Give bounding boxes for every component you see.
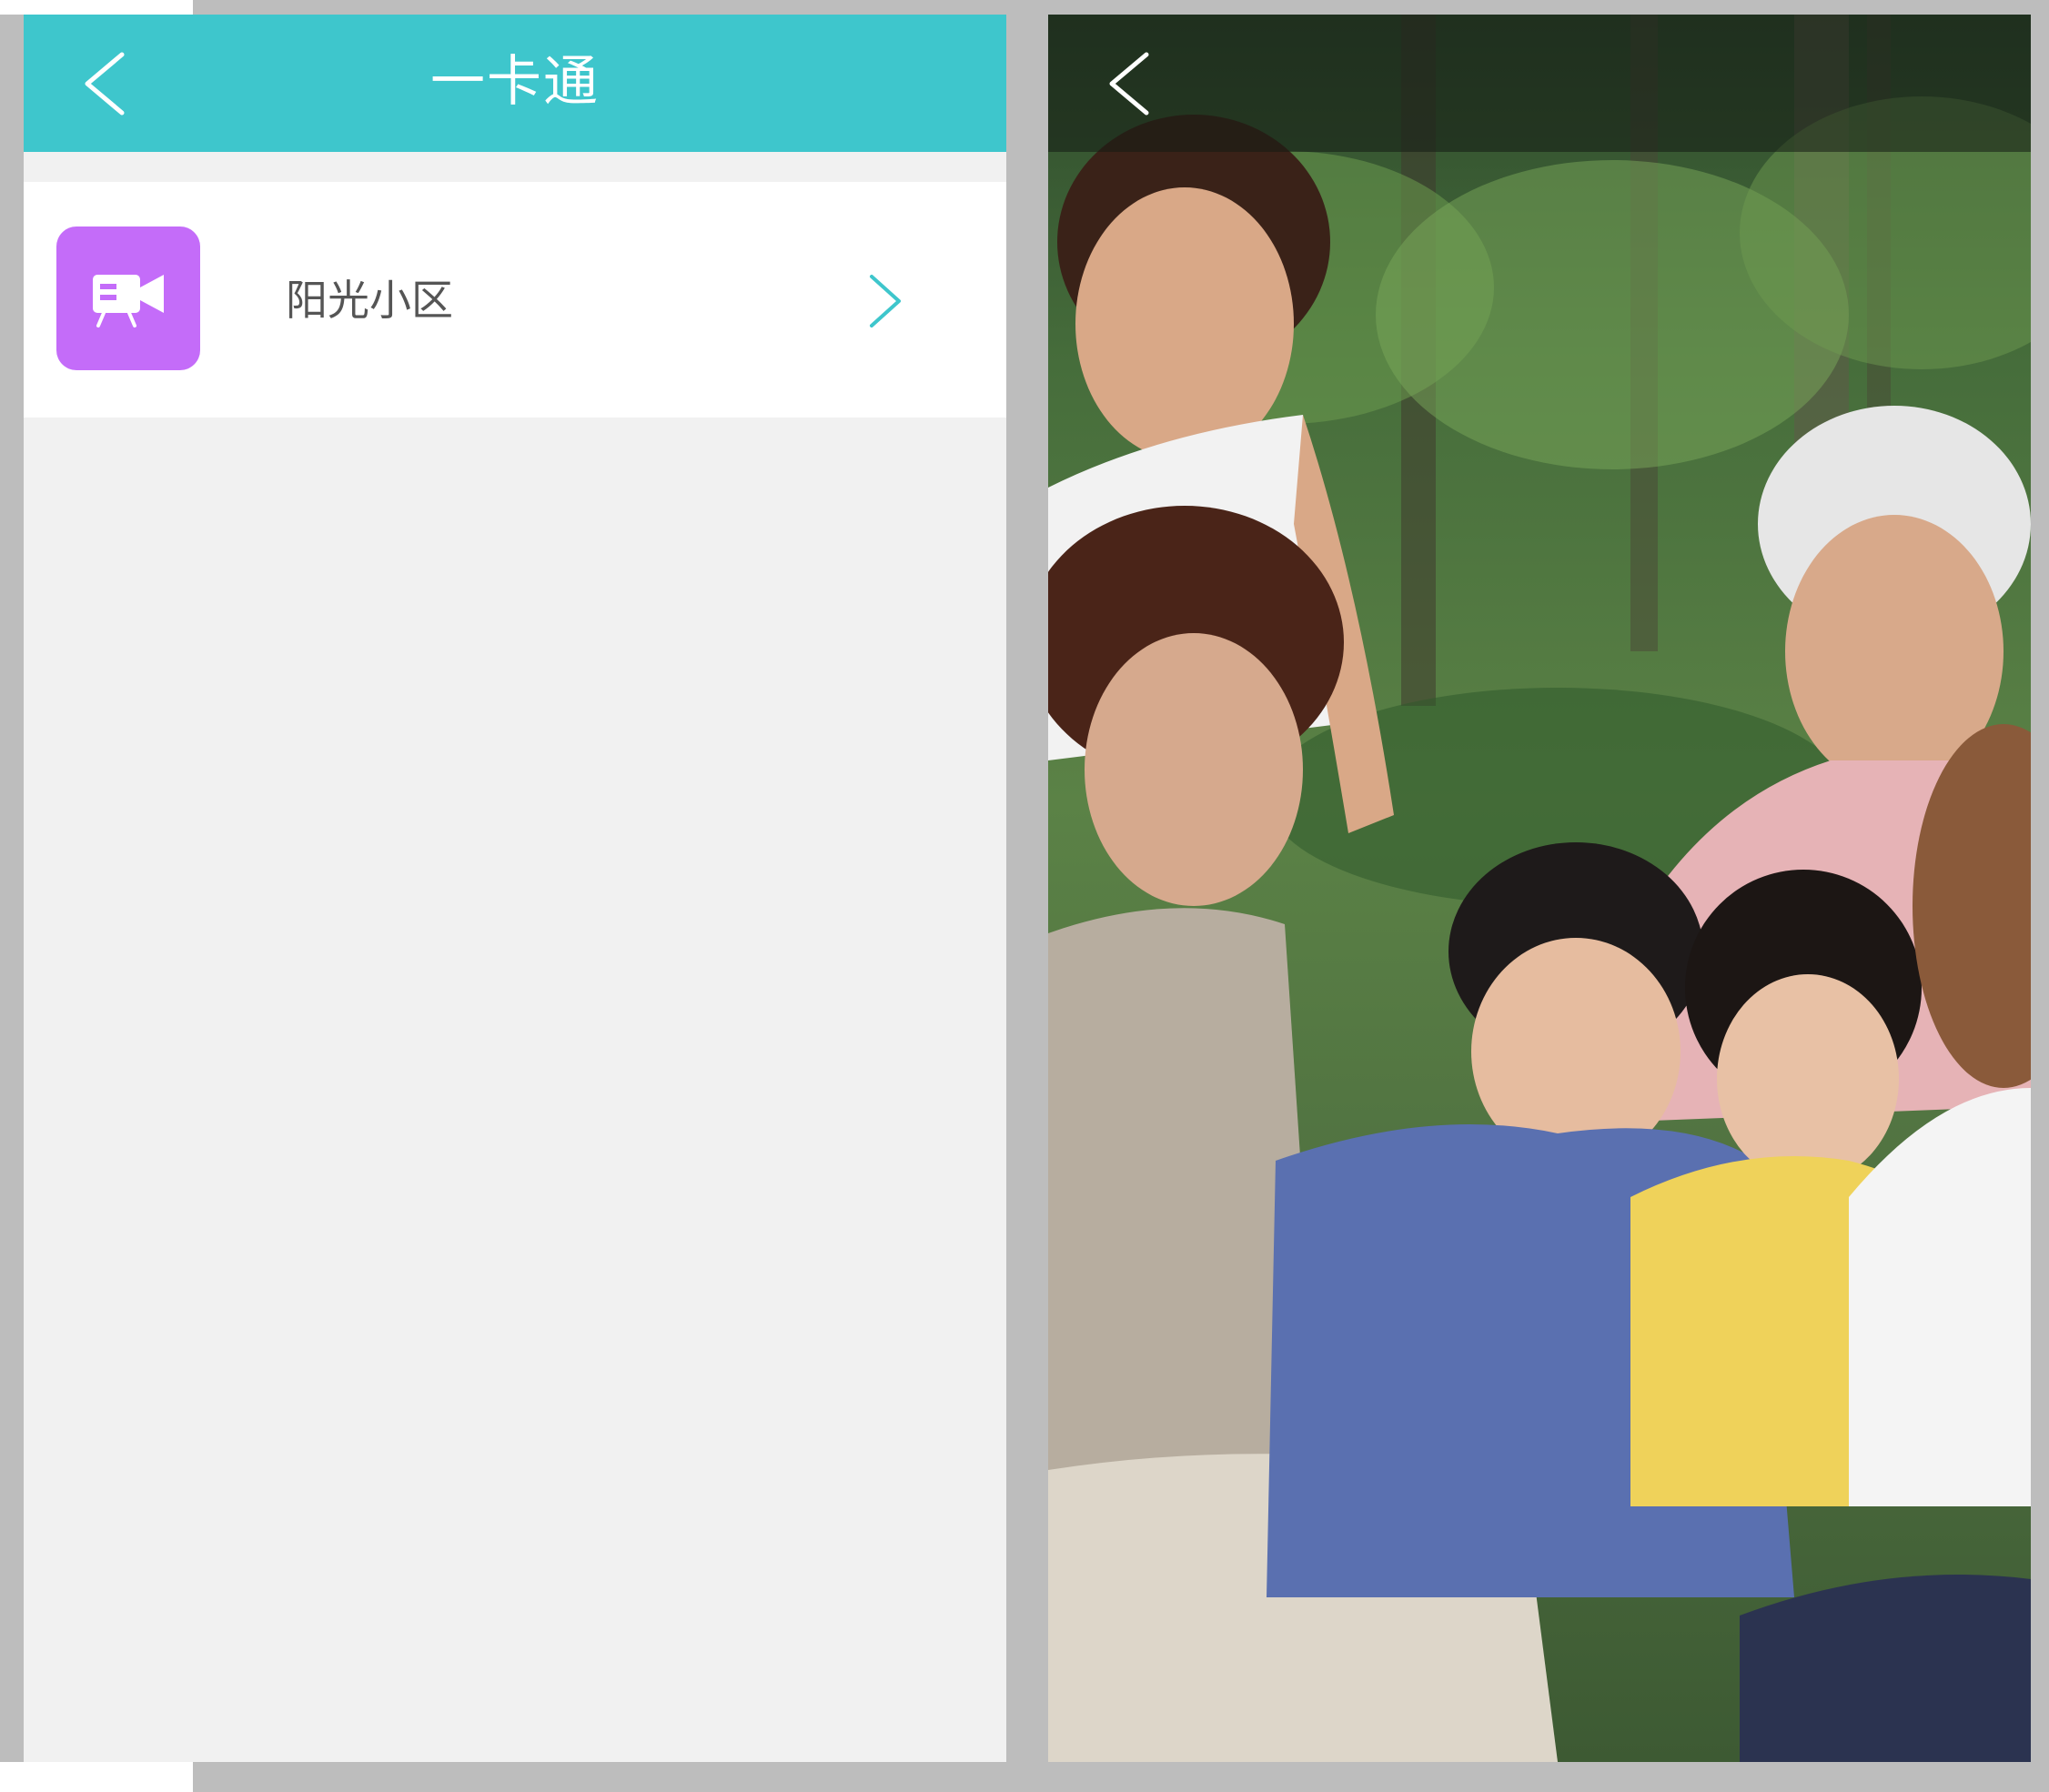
page-title: 一卡通 (430, 50, 600, 114)
left-screen: 一卡通 阳光小区 (24, 15, 1006, 1762)
navigation-bar-overlay (1048, 15, 2031, 152)
navigation-bar: 一卡通 (24, 15, 1006, 152)
item-icon-tile (56, 227, 200, 370)
back-button[interactable] (1094, 49, 1166, 118)
list-item-label: 阳光小区 (286, 276, 453, 325)
video-camera-icon (93, 275, 164, 327)
white-strip (0, 0, 193, 15)
list-item-community[interactable]: 阳光小区 (24, 182, 1006, 418)
white-strip (0, 1762, 193, 1792)
right-screen (1048, 15, 2031, 1762)
family-outdoor-photo (1048, 15, 2031, 1762)
chevron-left-icon (1109, 52, 1149, 116)
chevron-right-icon (863, 271, 908, 331)
